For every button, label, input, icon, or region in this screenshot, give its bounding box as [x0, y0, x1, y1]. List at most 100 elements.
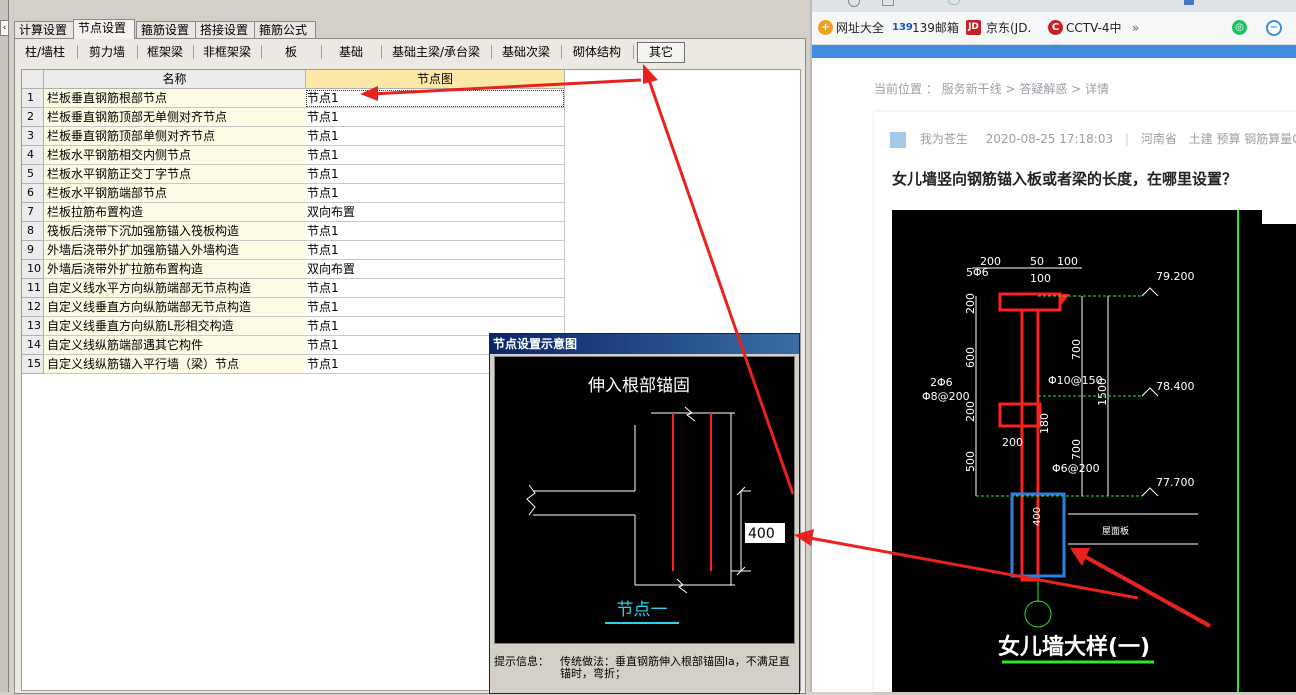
- node-name-cell[interactable]: 外墙后浇带外扩拉筋布置构造: [44, 260, 307, 279]
- node-diagram-cell[interactable]: 双向布置: [305, 203, 565, 222]
- row-number: 15: [22, 355, 44, 374]
- node-diagram-cell[interactable]: 节点1: [305, 89, 565, 108]
- subtab-column[interactable]: 柱/墙柱: [17, 41, 73, 63]
- node-diagram-cell[interactable]: 节点1: [305, 279, 565, 298]
- row-number: 6: [22, 184, 44, 203]
- home-icon[interactable]: [882, 0, 894, 6]
- tab-divider: [261, 45, 262, 59]
- table-row[interactable]: 11 自定义线水平方向纵筋端部无节点构造 节点1: [22, 279, 565, 298]
- dim-400: 400: [1032, 507, 1043, 526]
- node-diagram-cell[interactable]: 节点1: [305, 184, 565, 203]
- subtab-shear-wall[interactable]: 剪力墙: [81, 41, 133, 63]
- table-row[interactable]: 10 外墙后浇带外扩拉筋布置构造 双向布置: [22, 260, 565, 279]
- bookmark-139-mail[interactable]: 139邮箱: [912, 20, 959, 36]
- node-name-cell[interactable]: 栏板垂直钢筋根部节点: [44, 89, 307, 108]
- column-header-name[interactable]: 名称: [44, 70, 306, 89]
- table-row[interactable]: 4 栏板水平钢筋相交内侧节点 节点1: [22, 146, 565, 165]
- node-diagram-cell[interactable]: 节点1: [305, 222, 565, 241]
- row-number: 1: [22, 89, 44, 108]
- dim-180: 180: [1038, 413, 1051, 434]
- table-row[interactable]: 9 外墙后浇带外扩加强筋锚入外墙构造 节点1: [22, 241, 565, 260]
- table-row[interactable]: 13 自定义线垂直方向纵筋L形相交构造 节点1: [22, 317, 565, 336]
- grid-corner-header: [22, 70, 44, 89]
- breadcrumb[interactable]: 当前位置 ： 服务新干线 > 答疑解惑 > 详情: [874, 80, 1109, 97]
- site-icon[interactable]: [948, 0, 960, 5]
- table-row[interactable]: 7 栏板拉筋布置构造 双向布置: [22, 203, 565, 222]
- parapet-detail-drawing: 200 50 100 100 5Φ6 200 600 200 500 2Φ6 Φ…: [892, 210, 1296, 692]
- table-row[interactable]: 6 栏板水平钢筋端部节点 节点1: [22, 184, 565, 203]
- node-name-cell[interactable]: 栏板水平钢筋正交丁字节点: [44, 165, 307, 184]
- rebar-2phi6: 2Φ6: [930, 376, 953, 389]
- node-name-cell[interactable]: 自定义线纵筋锚入平行墙（梁）节点: [44, 355, 307, 374]
- table-row[interactable]: 14 自定义线纵筋端部遇其它构件 节点1: [22, 336, 565, 355]
- table-row[interactable]: 2 栏板垂直钢筋顶部无单侧对齐节点 节点1: [22, 108, 565, 127]
- node-diagram-cell[interactable]: 节点1: [305, 108, 565, 127]
- subtab-foundation-main-beam[interactable]: 基础主梁/承台梁: [385, 41, 487, 63]
- avatar[interactable]: [890, 131, 906, 148]
- browser-window: + 网址大全 139 139邮箱 JD 京东(JD. C CCTV-4中 » ◎…: [810, 0, 1296, 692]
- node-name-cell[interactable]: 栏板垂直钢筋顶部单侧对齐节点: [44, 127, 307, 146]
- node-name-cell[interactable]: 筏板后浇带下沉加强筋锚入筏板构造: [44, 222, 307, 241]
- wechat-icon[interactable]: ◎: [1232, 20, 1247, 35]
- tab-node-settings[interactable]: 节点设置: [73, 19, 135, 39]
- node-diagram-cell[interactable]: 节点1: [305, 241, 565, 260]
- node-name-cell[interactable]: 栏板水平钢筋相交内侧节点: [44, 146, 307, 165]
- tab-stirrup-settings[interactable]: 箍筋设置: [136, 21, 198, 39]
- table-row[interactable]: 12 自定义线垂直方向纵筋端部无节点构造 节点1: [22, 298, 565, 317]
- node-diagram-cell[interactable]: 节点1: [305, 298, 565, 317]
- post-datetime: 2020-08-25 17:18:03: [985, 132, 1114, 146]
- hint-label: 提示信息：: [494, 655, 549, 668]
- collapse-arrow-icon[interactable]: ‹: [0, 20, 9, 36]
- table-row[interactable]: 3 栏板垂直钢筋顶部单侧对齐节点 节点1: [22, 127, 565, 146]
- node-name-cell[interactable]: 栏板垂直钢筋顶部无单侧对齐节点: [44, 108, 307, 127]
- bookmark-nav-sites[interactable]: 网址大全: [836, 20, 884, 36]
- table-row[interactable]: 15 自定义线纵筋锚入平行墙（梁）节点 节点1: [22, 355, 565, 374]
- subtab-foundation[interactable]: 基础: [325, 41, 377, 63]
- column-header-node-diagram[interactable]: 节点图: [306, 70, 565, 89]
- node-diagram-cell[interactable]: 双向布置: [305, 260, 565, 279]
- subtab-other[interactable]: 其它: [637, 42, 685, 63]
- node-name-cell[interactable]: 自定义线垂直方向纵筋L形相交构造: [44, 317, 307, 336]
- subtab-frame-beam[interactable]: 框架梁: [141, 41, 189, 63]
- bookmarks-more-chevron-icon[interactable]: »: [1132, 20, 1139, 36]
- node-diagram-cell[interactable]: 节点1: [305, 165, 565, 184]
- node-name-cell[interactable]: 栏板拉筋布置构造: [44, 203, 307, 222]
- node-name-cell[interactable]: 自定义线垂直方向纵筋端部无节点构造: [44, 298, 307, 317]
- node-name-cell[interactable]: 自定义线纵筋端部遇其它构件: [44, 336, 307, 355]
- rebar-phi8-200: Φ8@200: [922, 390, 970, 403]
- table-row[interactable]: 5 栏板水平钢筋正交丁字节点 节点1: [22, 165, 565, 184]
- dim-top-100: 100: [1057, 255, 1078, 268]
- subtab-masonry[interactable]: 砌体结构: [565, 41, 629, 63]
- hint-text: 传统做法：垂直钢筋伸入根部锚固la，不满足直锚时，弯折；: [560, 655, 790, 680]
- tab-lap-settings[interactable]: 搭接设置: [195, 21, 257, 39]
- subtab-foundation-secondary-beam[interactable]: 基础次梁: [495, 41, 557, 63]
- row-number: 8: [22, 222, 44, 241]
- node-diagram-cell[interactable]: 节点1: [305, 146, 565, 165]
- table-row[interactable]: 1 栏板垂直钢筋根部节点 节点1: [22, 89, 565, 108]
- anchor-length-value[interactable]: 400: [748, 526, 775, 542]
- reload-icon[interactable]: [848, 0, 860, 7]
- node-name-cell[interactable]: 外墙后浇带外扩加强筋锚入外墙构造: [44, 241, 307, 260]
- tab-divider: [491, 45, 492, 59]
- elev-mark-1: [1141, 287, 1159, 297]
- browser-tab-strip: [812, 0, 1296, 12]
- bookmark-jd[interactable]: 京东(JD.: [986, 20, 1031, 36]
- tab-calc-settings[interactable]: 计算设置: [14, 21, 76, 39]
- elev-78400: 78.400: [1156, 380, 1195, 393]
- bookmark-cctv4[interactable]: CCTV-4中: [1066, 20, 1122, 36]
- tab-stirrup-formula[interactable]: 箍筋公式: [254, 21, 316, 39]
- subtab-non-frame-beam[interactable]: 非框架梁: [197, 41, 257, 63]
- table-row[interactable]: 8 筏板后浇带下沉加强筋锚入筏板构造 节点1: [22, 222, 565, 241]
- author-name[interactable]: 我为苍生: [920, 132, 968, 146]
- zoom-out-icon[interactable]: −: [1266, 20, 1282, 36]
- node-diagram-cell[interactable]: 节点1: [305, 127, 565, 146]
- tab-divider: [193, 45, 194, 59]
- tab-favicon-icon[interactable]: [1184, 0, 1194, 5]
- node-name-cell[interactable]: 自定义线水平方向纵筋端部无节点构造: [44, 279, 307, 298]
- row-number: 9: [22, 241, 44, 260]
- row-number: 2: [22, 108, 44, 127]
- break-mark-top: [684, 406, 696, 422]
- subtab-slab[interactable]: 板: [265, 41, 317, 63]
- node-name-cell[interactable]: 栏板水平钢筋端部节点: [44, 184, 307, 203]
- node-diagram-dialog: 节点设置示意图 伸入根部锚固 400 节点一 提示信息： 传统做法：垂直钢筋伸入…: [489, 333, 800, 694]
